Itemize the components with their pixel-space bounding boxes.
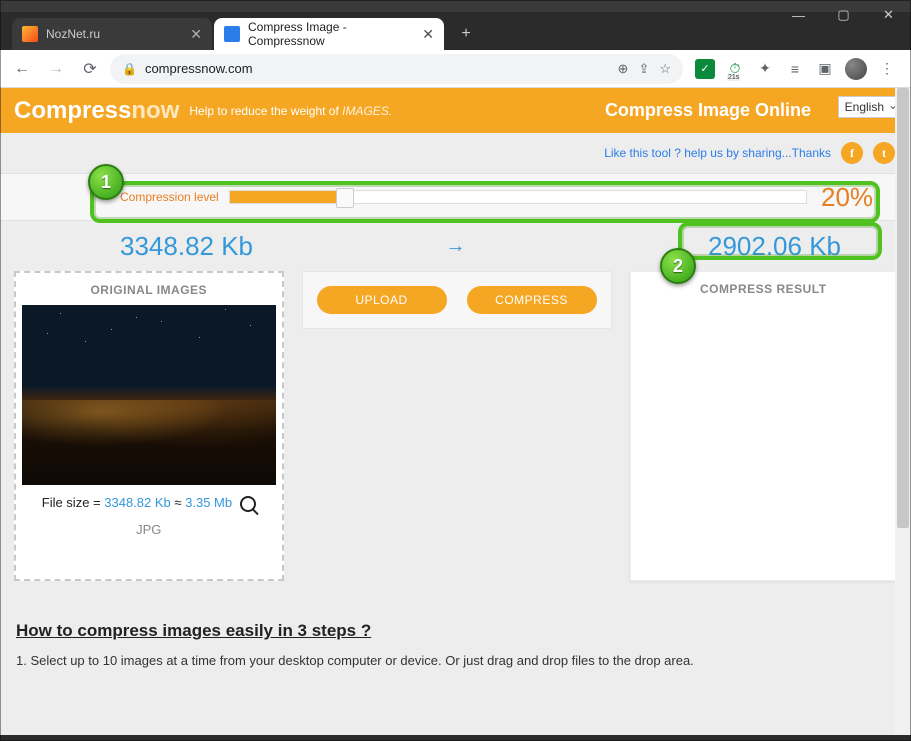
- reading-list-icon[interactable]: ≡: [785, 59, 805, 79]
- zoom-icon[interactable]: ⊕: [618, 61, 629, 77]
- tab-title: Compress Image - Compressnow: [248, 20, 414, 48]
- file-type: JPG: [22, 522, 276, 537]
- slider-fill: [230, 191, 345, 203]
- tagline: Help to reduce the weight of IMAGES.: [189, 104, 392, 118]
- browser-toolbar: ← → ⟳ 🔒 compressnow.com ⊕ ⇪ ☆ ✓ ⏱21s ✦ ≡…: [0, 50, 911, 88]
- share-icon[interactable]: ⇪: [638, 61, 649, 77]
- actions-panel: UPLOAD COMPRESS: [302, 271, 612, 329]
- tab-title: NozNet.ru: [46, 27, 100, 41]
- site-header: Compressnow Help to reduce the weight of…: [0, 88, 911, 133]
- bookmark-star-icon[interactable]: ☆: [659, 61, 671, 77]
- favicon-icon: [22, 26, 38, 42]
- ext-check-icon[interactable]: ✓: [695, 59, 715, 79]
- original-size: 3348.82 Kb: [120, 231, 253, 262]
- twitter-icon[interactable]: t: [873, 142, 895, 164]
- new-tab-button[interactable]: +: [452, 20, 480, 48]
- tab-strip: NozNet.ru ✕ Compress Image - Compressnow…: [0, 12, 911, 50]
- vertical-scrollbar[interactable]: [895, 88, 911, 735]
- page-content: Compressnow Help to reduce the weight of…: [0, 88, 911, 735]
- slider-thumb[interactable]: [336, 188, 354, 208]
- favicon-icon: [224, 26, 240, 42]
- howto-step: 1. Select up to 10 images at a time from…: [16, 653, 895, 668]
- facebook-icon[interactable]: f: [841, 142, 863, 164]
- close-window-button[interactable]: ✕: [866, 0, 911, 30]
- back-button[interactable]: ←: [8, 55, 36, 83]
- minimize-button[interactable]: —: [776, 0, 821, 30]
- ext-timer-icon[interactable]: ⏱21s: [725, 59, 745, 79]
- annotation-badge-2: 2: [660, 248, 696, 284]
- sizes-row: 3348.82 Kb → 2902.06 Kb: [0, 221, 911, 271]
- side-panel-icon[interactable]: ▣: [815, 59, 835, 79]
- address-bar[interactable]: 🔒 compressnow.com ⊕ ⇪ ☆: [110, 54, 683, 84]
- compress-result-panel: COMPRESS RESULT: [630, 271, 898, 581]
- panel-title: COMPRESS RESULT: [637, 282, 891, 296]
- forward-button[interactable]: →: [42, 55, 70, 83]
- compression-slider[interactable]: [229, 190, 807, 204]
- tab-compressnow[interactable]: Compress Image - Compressnow ✕: [214, 18, 444, 50]
- profile-avatar[interactable]: [845, 58, 867, 80]
- tab-close-button[interactable]: ✕: [422, 26, 434, 43]
- compression-label: Compression level: [120, 190, 219, 204]
- image-thumbnail[interactable]: [22, 305, 276, 485]
- original-images-panel[interactable]: ORIGINAL IMAGES File size = 3348.82 Kb ≈…: [14, 271, 284, 581]
- compression-value: 20%: [821, 182, 881, 213]
- share-text: Like this tool ? help us by sharing...Th…: [604, 146, 831, 160]
- logo-part1: Compress: [14, 97, 131, 124]
- reload-button[interactable]: ⟳: [76, 55, 104, 83]
- arrow-icon: →: [446, 235, 466, 258]
- result-size: 2902.06 Kb: [708, 231, 841, 262]
- url-host: compressnow.com: [145, 61, 253, 76]
- maximize-button[interactable]: ▢: [821, 0, 866, 30]
- howto-section: How to compress images easily in 3 steps…: [16, 621, 895, 668]
- chrome-menu-button[interactable]: ⋮: [877, 59, 897, 79]
- extensions: ✓ ⏱21s ✦ ≡ ▣ ⋮: [689, 58, 903, 80]
- language-select[interactable]: English: [838, 96, 903, 118]
- tab-close-button[interactable]: ✕: [190, 26, 202, 43]
- share-bar: Like this tool ? help us by sharing...Th…: [0, 133, 911, 173]
- file-info: File size = 3348.82 Kb ≈ 3.35 Mb: [22, 495, 276, 512]
- page-title: Compress Image Online: [605, 100, 811, 121]
- extensions-puzzle-icon[interactable]: ✦: [755, 59, 775, 79]
- annotation-badge-1: 1: [88, 164, 124, 200]
- magnify-icon[interactable]: [240, 496, 256, 512]
- logo-part2: now: [131, 97, 179, 124]
- scrollbar-thumb[interactable]: [897, 88, 909, 528]
- howto-title: How to compress images easily in 3 steps…: [16, 621, 895, 641]
- window-controls: — ▢ ✕: [776, 0, 911, 30]
- site-logo[interactable]: Compressnow: [14, 97, 179, 125]
- compression-control: Compression level 20%: [0, 173, 911, 221]
- panel-title: ORIGINAL IMAGES: [22, 283, 276, 297]
- lock-icon: 🔒: [122, 62, 137, 76]
- tab-noznet[interactable]: NozNet.ru ✕: [12, 18, 212, 50]
- compress-button[interactable]: COMPRESS: [467, 286, 597, 314]
- upload-button[interactable]: UPLOAD: [317, 286, 447, 314]
